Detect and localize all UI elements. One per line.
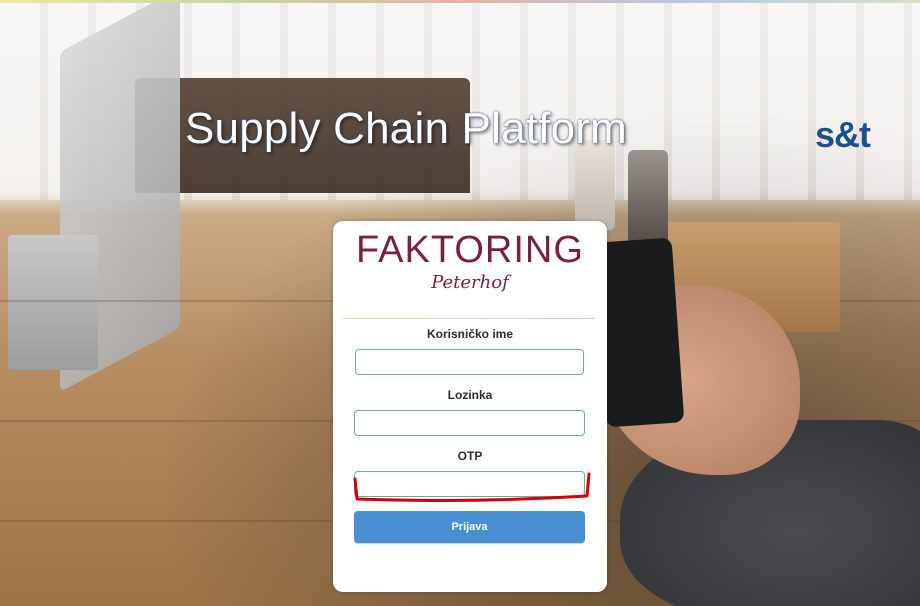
page-title: Supply Chain Platform <box>185 104 627 153</box>
logo-sub-text: Peterhof <box>431 272 509 293</box>
page: Supply Chain Platform s&t FAKTORING Pete… <box>0 0 920 606</box>
divider <box>343 318 595 319</box>
phone <box>593 237 685 428</box>
brand-logo: s&t <box>815 114 871 155</box>
password-label: Lozinka <box>447 388 493 402</box>
laptop-base <box>8 235 98 370</box>
login-card: FAKTORING Peterhof Korisničko ime Lozink… <box>333 221 607 592</box>
otp-input[interactable] <box>354 471 585 497</box>
username-label: Korisničko ime <box>426 327 514 341</box>
password-input[interactable] <box>354 410 585 436</box>
logo-main-text: FAKTORING <box>356 229 584 271</box>
pepper-grinder <box>628 150 668 250</box>
username-input[interactable] <box>355 349 584 375</box>
otp-label: OTP <box>457 449 483 463</box>
login-button[interactable]: Prijava <box>354 511 585 543</box>
top-color-strip <box>0 0 920 3</box>
faktoring-logo: FAKTORING Peterhof <box>333 231 607 295</box>
